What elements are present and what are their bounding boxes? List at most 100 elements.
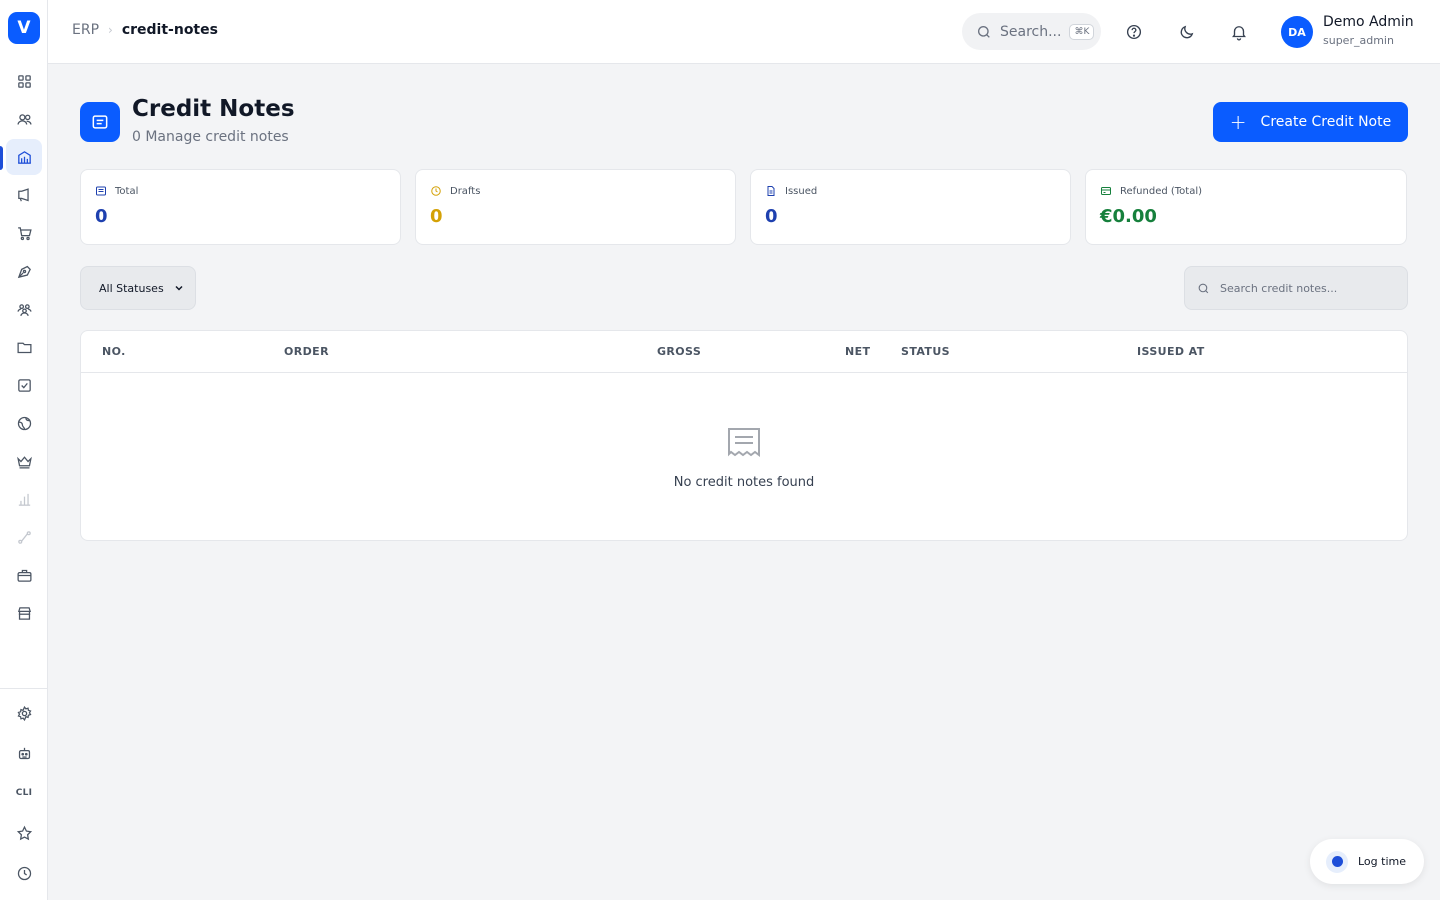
breadcrumb-current: credit-notes bbox=[121, 22, 218, 38]
column-header-issued-at[interactable]: ISSUED AT bbox=[1137, 345, 1205, 358]
team-icon bbox=[16, 303, 32, 316]
checkbox-icon bbox=[17, 378, 31, 392]
credit-card-icon bbox=[1101, 187, 1111, 195]
column-header-order[interactable]: ORDER bbox=[284, 345, 329, 358]
credit-notes-search-input[interactable]: Search credit notes... bbox=[1184, 266, 1408, 310]
column-header-gross[interactable]: GROSS bbox=[657, 345, 701, 358]
nav-orders[interactable] bbox=[6, 215, 42, 251]
global-search[interactable]: Search... ⌘K bbox=[962, 13, 1101, 50]
stat-label-text: Issued bbox=[785, 185, 818, 197]
global-search-placeholder: Search... bbox=[1000, 23, 1062, 40]
stat-value-refunded: €0.00 bbox=[1100, 206, 1157, 227]
status-filter-value: All Statuses bbox=[99, 281, 164, 295]
folder-icon bbox=[16, 342, 32, 353]
nav-history[interactable] bbox=[6, 855, 42, 891]
stat-label-refunded: Refunded (Total) bbox=[1100, 185, 1202, 197]
topbar: ERP › credit-notes Search... ⌘K DA Demo … bbox=[48, 0, 1440, 64]
nav-loyalty[interactable] bbox=[6, 443, 42, 479]
empty-state-text: No credit notes found bbox=[673, 475, 815, 490]
clock-icon bbox=[431, 186, 441, 196]
breadcrumb: ERP › credit-notes bbox=[72, 22, 218, 38]
cli-label: CLI bbox=[15, 788, 33, 798]
nav-routes[interactable] bbox=[6, 519, 42, 555]
empty-receipt-icon bbox=[728, 428, 760, 457]
stat-value-issued: 0 bbox=[765, 206, 778, 227]
status-filter-select[interactable]: All Statuses bbox=[80, 266, 196, 310]
nav-design[interactable] bbox=[6, 253, 42, 289]
shopping-cart-icon bbox=[17, 226, 32, 240]
list-icon bbox=[96, 186, 106, 196]
stat-label-text: Total bbox=[115, 185, 139, 197]
robot-icon bbox=[18, 747, 30, 759]
search-icon bbox=[1198, 283, 1209, 293]
stat-label-total: Total bbox=[95, 185, 138, 197]
column-header-no[interactable]: NO. bbox=[102, 345, 126, 358]
nav-products[interactable] bbox=[6, 557, 42, 593]
help-button[interactable] bbox=[1121, 19, 1147, 45]
nav-cli[interactable]: CLI bbox=[6, 775, 42, 811]
breadcrumb-root[interactable]: ERP bbox=[72, 22, 99, 38]
nav-marketing[interactable] bbox=[6, 177, 42, 213]
avatar[interactable]: DA bbox=[1281, 16, 1313, 48]
nav-users[interactable] bbox=[6, 101, 42, 137]
nav-dashboard[interactable] bbox=[6, 63, 42, 99]
log-time-label: Log time bbox=[1358, 855, 1406, 868]
log-time-button[interactable]: Log time bbox=[1310, 839, 1424, 884]
column-header-status[interactable]: STATUS bbox=[901, 345, 950, 358]
create-credit-note-label: Create Credit Note bbox=[1260, 114, 1392, 130]
page-subtitle: 0 Manage credit notes bbox=[132, 129, 289, 145]
stat-value-drafts: 0 bbox=[430, 206, 443, 227]
document-icon bbox=[767, 186, 775, 196]
nav-web[interactable] bbox=[6, 405, 42, 441]
notifications-button[interactable] bbox=[1226, 19, 1252, 45]
bell-icon bbox=[1232, 26, 1246, 41]
nav-automation[interactable] bbox=[6, 735, 42, 771]
chevron-down-icon bbox=[175, 285, 183, 291]
stat-card-drafts: Drafts 0 bbox=[415, 169, 736, 245]
timer-icon bbox=[1326, 850, 1348, 873]
app-logo[interactable]: V bbox=[8, 12, 40, 44]
shortcut-badge: ⌘K bbox=[1069, 23, 1095, 40]
user-role: super_admin bbox=[1323, 34, 1394, 47]
nav-tasks[interactable] bbox=[6, 367, 42, 403]
globe-icon bbox=[17, 416, 31, 430]
column-header-net[interactable]: NET bbox=[845, 345, 870, 358]
stat-value-total: 0 bbox=[95, 206, 108, 227]
settings-gear-icon bbox=[17, 705, 31, 721]
nav-team[interactable] bbox=[6, 291, 42, 327]
page-icon bbox=[80, 102, 120, 142]
stat-card-total: Total 0 bbox=[80, 169, 401, 245]
users-icon bbox=[16, 113, 32, 125]
stat-card-issued: Issued 0 bbox=[750, 169, 1071, 245]
nav-favorites[interactable] bbox=[6, 815, 42, 851]
megaphone-icon bbox=[17, 187, 29, 201]
user-name[interactable]: Demo Admin bbox=[1323, 14, 1414, 30]
nav-reports[interactable] bbox=[6, 481, 42, 517]
sidebar-divider bbox=[0, 688, 48, 689]
star-icon bbox=[16, 825, 32, 840]
theme-toggle[interactable] bbox=[1174, 19, 1200, 45]
plus-icon: + bbox=[1229, 110, 1247, 134]
sidebar: V CLI bbox=[0, 0, 48, 900]
bar-chart-icon bbox=[18, 493, 30, 506]
help-circle-icon bbox=[1126, 24, 1142, 40]
store-icon bbox=[17, 606, 31, 620]
crown-icon bbox=[16, 455, 32, 469]
search-placeholder: Search credit notes... bbox=[1220, 281, 1338, 295]
nav-files[interactable] bbox=[6, 329, 42, 365]
clock-icon bbox=[17, 866, 31, 880]
create-credit-note-button[interactable]: + Create Credit Note bbox=[1213, 102, 1408, 142]
nav-store[interactable] bbox=[6, 595, 42, 631]
nav-settings[interactable] bbox=[6, 695, 42, 731]
nav-finance[interactable] bbox=[6, 139, 42, 175]
moon-icon bbox=[1180, 25, 1194, 39]
dashboard-grid-icon bbox=[17, 74, 31, 88]
stat-label-issued: Issued bbox=[765, 185, 817, 197]
page-title: Credit Notes bbox=[132, 96, 295, 122]
building-bank-icon bbox=[17, 150, 31, 164]
briefcase-icon bbox=[16, 569, 32, 582]
table-header: NO. ORDER GROSS NET STATUS ISSUED AT bbox=[81, 331, 1407, 373]
route-icon bbox=[17, 530, 31, 544]
stat-label-drafts: Drafts bbox=[430, 185, 480, 197]
pen-tool-icon bbox=[17, 265, 31, 278]
